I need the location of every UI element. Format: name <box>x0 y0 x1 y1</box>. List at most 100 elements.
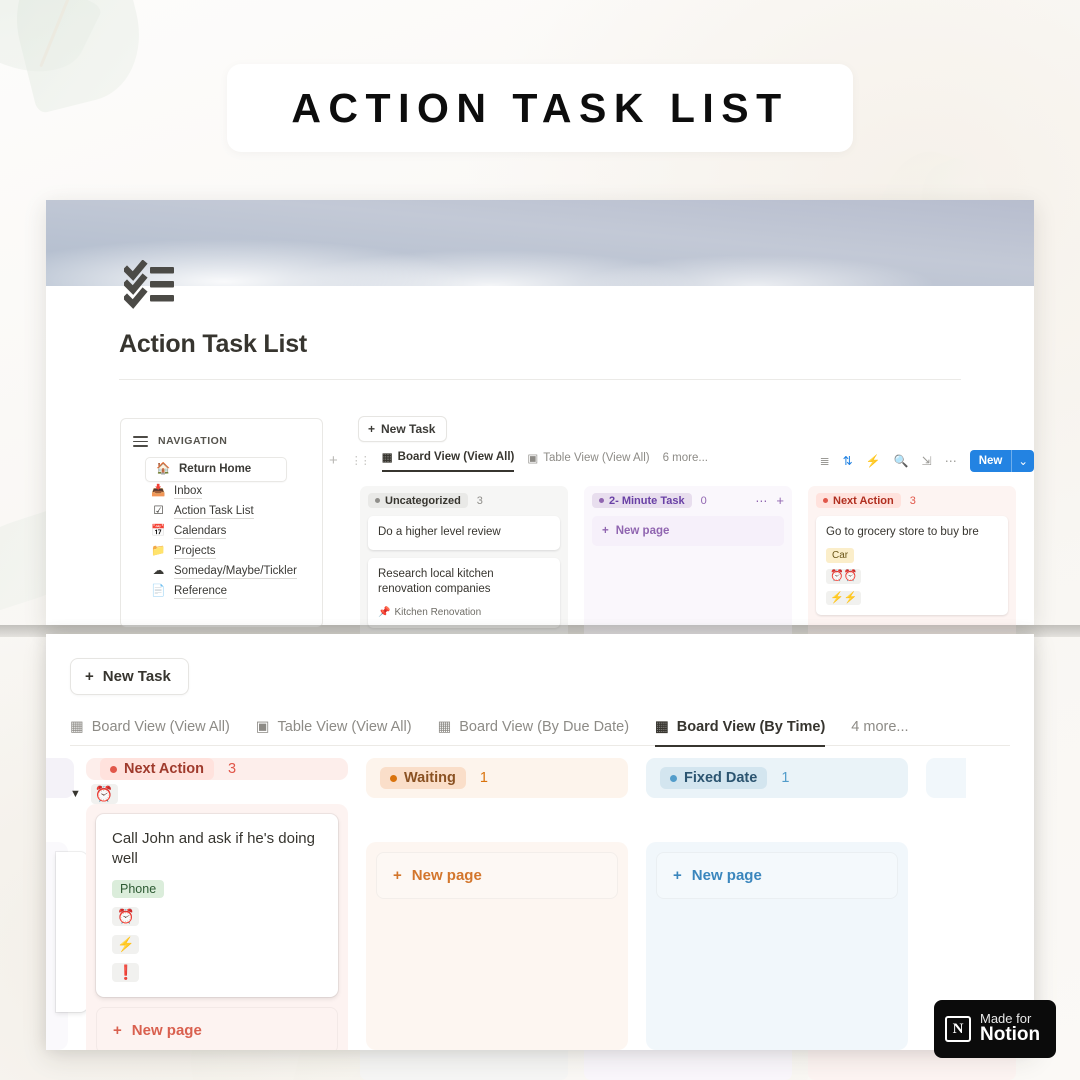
plus-icon: + <box>85 668 94 685</box>
board-column-next-action: Next Action 3 ▼ ⏰ Call John and ask if h… <box>70 758 348 1050</box>
new-page-button[interactable]: + New page <box>592 516 784 546</box>
column-add-icon[interactable]: + <box>776 493 784 508</box>
table-icon: ▣ <box>527 452 539 465</box>
card-title: Call John and ask if he's doing well <box>112 830 315 867</box>
status-dot <box>670 774 677 782</box>
board-icon: ▦ <box>655 719 669 735</box>
card-title: Do a higher level review <box>378 526 501 538</box>
new-page-button[interactable]: + New page <box>376 852 618 899</box>
new-button-label: New <box>978 454 1003 467</box>
column-count: 3 <box>909 494 916 507</box>
pin-icon: 📌 <box>378 606 391 618</box>
document-icon: 📄 <box>151 585 166 598</box>
home-icon: 🏠 <box>156 462 171 475</box>
sidebar-item-action-task-list[interactable]: ☑ Action Task List <box>145 502 310 522</box>
cloud-icon: ☁ <box>152 565 165 578</box>
tab-table-view-view-all[interactable]: ▣ Table View (View All) <box>527 451 649 471</box>
new-button-top[interactable]: New ⌄ <box>969 449 1034 472</box>
card-emoji-alarm: ⏰ <box>112 907 140 926</box>
column-name: Next Action <box>124 761 205 777</box>
expand-icon[interactable]: ⇲ <box>922 454 932 468</box>
status-badge: Next Action <box>816 493 901 508</box>
view-tab-bar-top: + ⋮⋮ ▦ Board View (View All) ▣ Table Vie… <box>329 448 1034 473</box>
column-more-options-icon[interactable]: ⋯ <box>755 494 767 508</box>
view-tab-bar-bottom: ▦ Board View (View All) ▣ Table View (Vi… <box>70 702 1010 746</box>
board-bottom: Next Action 3 ▼ ⏰ Call John and ask if h… <box>46 758 1034 1050</box>
sidebar-item-label: Calendars <box>174 524 227 539</box>
sidebar-item-projects[interactable]: 📁 Projects <box>145 542 310 562</box>
sidebar-item-return-home[interactable]: 🏠 Return Home <box>145 456 287 482</box>
chevron-down-icon[interactable]: ⌄ <box>1011 449 1034 472</box>
inbox-icon: 📥 <box>151 485 166 498</box>
board-card[interactable]: Go to grocery store to buy bre Car ⏰⏰ ⚡⚡ <box>816 516 1008 616</box>
navigation-header: NAVIGATION <box>133 433 310 450</box>
menu-icon[interactable] <box>133 433 148 450</box>
plus-icon: + <box>113 1022 122 1039</box>
status-dot <box>110 765 117 773</box>
tab-label: Board View (View All) <box>91 719 230 735</box>
card-relation-label: Kitchen Renovation <box>394 606 482 618</box>
tab-label: Table View (View All) <box>277 719 412 735</box>
new-page-label: New page <box>131 1022 202 1039</box>
board-card[interactable]: Research local kitchen renovation compan… <box>368 557 560 629</box>
group-emoji-icon: ⏰ <box>90 784 118 804</box>
plus-icon: + <box>393 867 402 884</box>
new-page-button[interactable]: + New page <box>656 852 898 899</box>
column-header: Waiting 1 <box>366 758 628 798</box>
search-icon[interactable]: 🔍 <box>894 454 909 468</box>
more-options-icon[interactable]: ⋯ <box>945 454 957 468</box>
add-view-icon[interactable]: + <box>329 452 338 469</box>
drag-handle-icon[interactable]: ⋮⋮ <box>351 454 371 467</box>
status-dot <box>390 774 397 782</box>
board-card[interactable]: Do a higher level review <box>368 516 560 550</box>
new-task-label: New Task <box>381 422 436 436</box>
tab-board-view-view-all[interactable]: ▦ Board View (View All) <box>70 719 230 745</box>
board-column-waiting: Waiting 1 + New page <box>366 758 628 1050</box>
board-card[interactable]: Call John and ask if he's doing well Pho… <box>96 814 338 997</box>
new-task-button-top[interactable]: + New Task <box>358 416 448 442</box>
sidebar-item-label: Reference <box>174 584 228 599</box>
view-toolbar-top: ≣ ⇅ ⚡ 🔍 ⇲ ⋯ New ⌄ <box>820 449 1034 472</box>
status-badge: Fixed Date <box>660 767 768 789</box>
sidebar-item-inbox[interactable]: 📥 Inbox <box>145 482 310 502</box>
page-title-banner: ACTION TASK LIST <box>227 64 853 152</box>
tab-label: Board View (View All) <box>397 450 515 463</box>
group-header-row[interactable]: ▼ ⏰ <box>70 784 348 804</box>
new-page-button[interactable]: + New page <box>96 1007 338 1050</box>
plus-icon: + <box>368 422 376 436</box>
tab-more-views[interactable]: 4 more... <box>851 719 908 745</box>
card-emoji-energy: ⚡ <box>112 935 140 954</box>
tab-board-view-by-time[interactable]: ▦ Board View (By Time) <box>655 719 825 745</box>
column-count: 0 <box>700 494 707 507</box>
sidebar-item-label: Action Task List <box>174 504 254 519</box>
more-views-label: 4 more... <box>851 719 909 735</box>
board-icon: ▦ <box>70 719 84 735</box>
new-task-button-bottom[interactable]: + New Task <box>70 658 189 695</box>
status-badge: Next Action <box>100 758 215 780</box>
sidebar-item-calendars[interactable]: 📅 Calendars <box>145 522 310 542</box>
board-card[interactable] <box>56 852 88 1012</box>
tab-board-view-by-due-date[interactable]: ▦ Board View (By Due Date) <box>438 719 629 745</box>
tab-board-view-view-all[interactable]: ▦ Board View (View All) <box>381 450 515 472</box>
column-count: 3 <box>228 761 237 777</box>
column-name: Uncategorized <box>385 494 461 507</box>
tab-label: Board View (By Due Date) <box>459 719 630 735</box>
card-subtitle: 📌 Kitchen Renovation <box>378 606 550 620</box>
status-dot <box>823 498 828 503</box>
notion-screenshot-bottom: + New Task ▦ Board View (View All) ▣ Tab… <box>46 634 1034 1050</box>
sort-icon[interactable]: ⇅ <box>843 454 853 468</box>
column-header: Fixed Date 1 <box>646 758 908 798</box>
tab-table-view-view-all[interactable]: ▣ Table View (View All) <box>256 719 412 745</box>
sidebar-item-reference[interactable]: 📄 Reference <box>145 582 310 602</box>
sidebar-item-label: Someday/Maybe/Tickler <box>174 564 297 579</box>
new-page-label: New page <box>691 867 762 884</box>
automation-icon[interactable]: ⚡ <box>866 454 881 468</box>
board-column-fixed-date: Fixed Date 1 + New page <box>646 758 908 1050</box>
more-views-label: 6 more... <box>662 451 708 464</box>
checklist-icon <box>124 260 174 309</box>
card-tag: Phone <box>112 880 165 898</box>
collapse-caret-icon[interactable]: ▼ <box>70 788 81 800</box>
tab-more-views[interactable]: 6 more... <box>663 452 708 470</box>
filter-icon[interactable]: ≣ <box>820 454 830 468</box>
sidebar-item-someday-maybe-tickler[interactable]: ☁ Someday/Maybe/Tickler <box>145 562 310 582</box>
